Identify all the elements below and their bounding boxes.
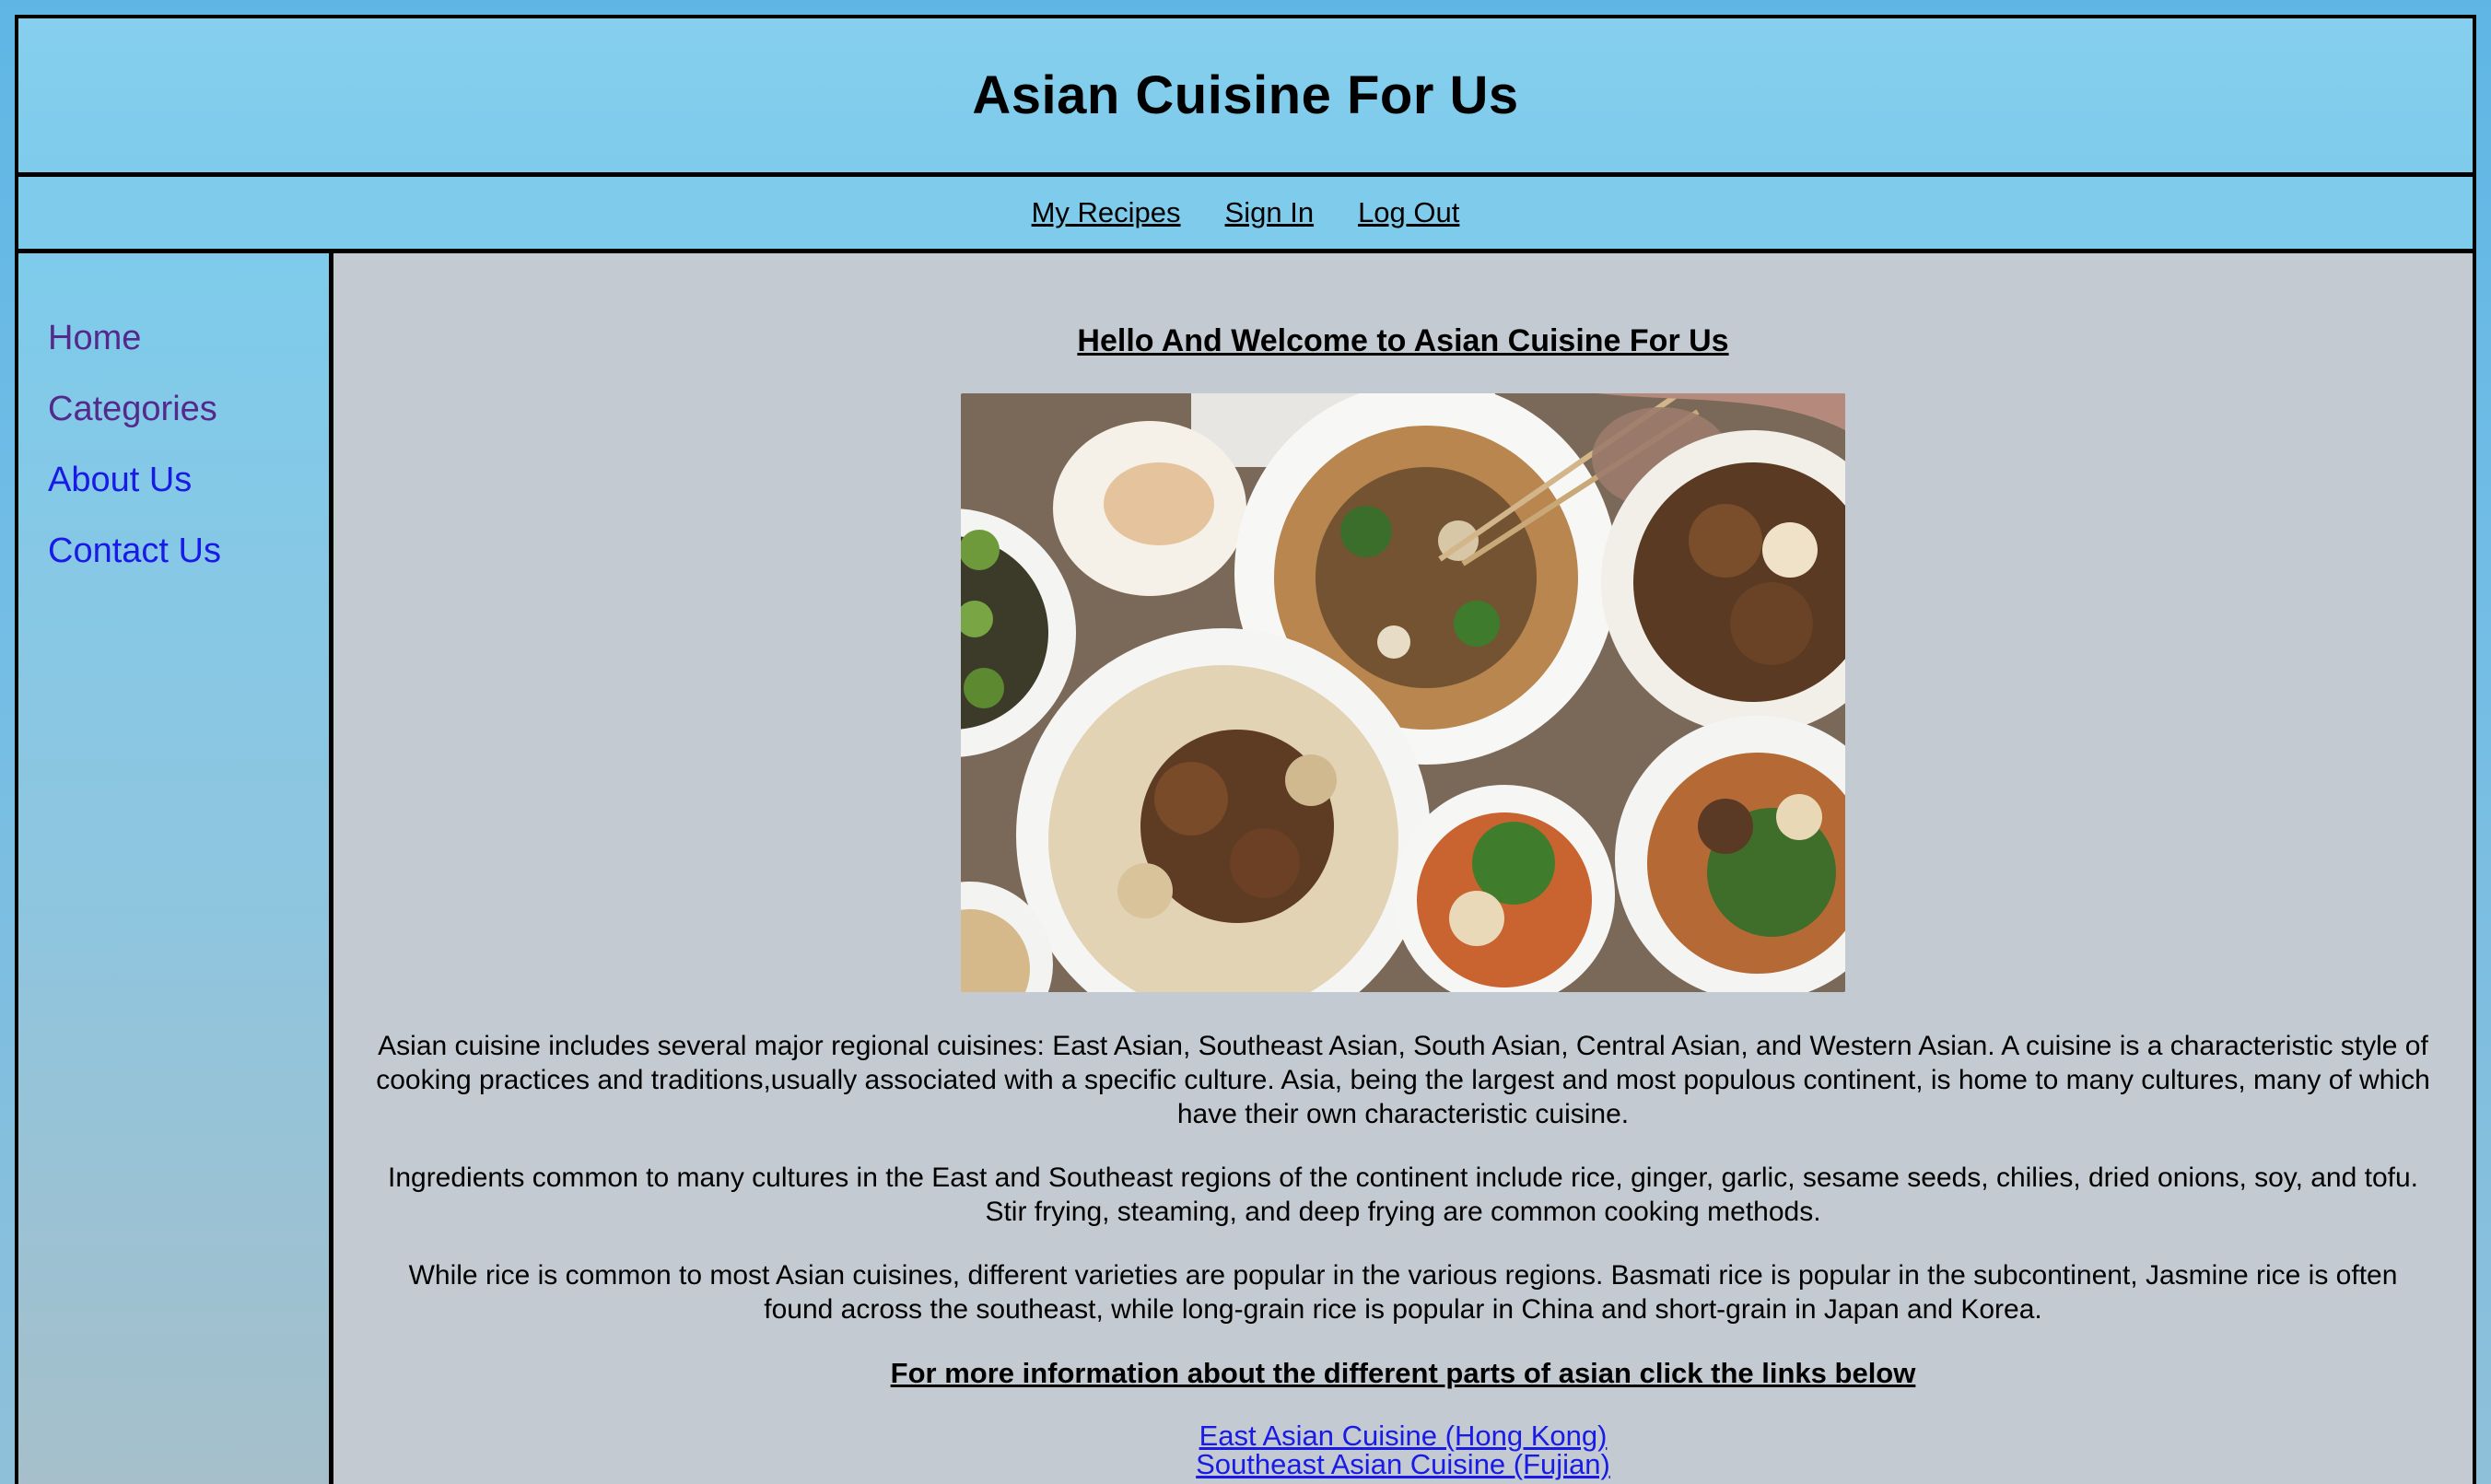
top-nav: My Recipes Sign In Log Out [18,177,2473,253]
food-photo [961,393,1845,992]
welcome-heading: Hello And Welcome to Asian Cuisine For U… [1077,323,1729,358]
intro-paragraph-2: Ingredients common to many cultures in t… [387,1163,2419,1227]
link-southeast-asian-cuisine[interactable]: Southeast Asian Cuisine (Fujian) [374,1450,2432,1478]
intro-paragraph-3: While rice is common to most Asian cuisi… [408,1260,2398,1325]
page-frame: Asian Cuisine For Us My Recipes Sign In … [15,15,2476,1484]
site-title: Asian Cuisine For Us [972,65,1519,125]
main-content: Hello And Welcome to Asian Cuisine For U… [333,253,2473,1484]
nav-link-my-recipes[interactable]: My Recipes [1032,196,1181,229]
intro-paragraph-1: Asian cuisine includes several major reg… [376,1031,2430,1129]
sidebar-item-categories[interactable]: Categories [48,374,329,445]
sidebar-item-about-us[interactable]: About Us [48,445,329,516]
sidebar-item-contact-us[interactable]: Contact Us [48,516,329,587]
link-east-asian-cuisine[interactable]: East Asian Cuisine (Hong Kong) [374,1421,2432,1450]
more-info-heading: For more information about the different… [890,1357,1916,1389]
sidebar-item-home[interactable]: Home [48,303,329,374]
site-header: Asian Cuisine For Us [18,18,2473,177]
region-links: East Asian Cuisine (Hong Kong) Southeast… [374,1421,2432,1478]
nav-link-sign-in[interactable]: Sign In [1225,196,1315,229]
sidebar: Home Categories About Us Contact Us [18,253,333,1484]
nav-link-log-out[interactable]: Log Out [1358,196,1459,229]
intro-text: Asian cuisine includes several major reg… [374,1029,2432,1326]
